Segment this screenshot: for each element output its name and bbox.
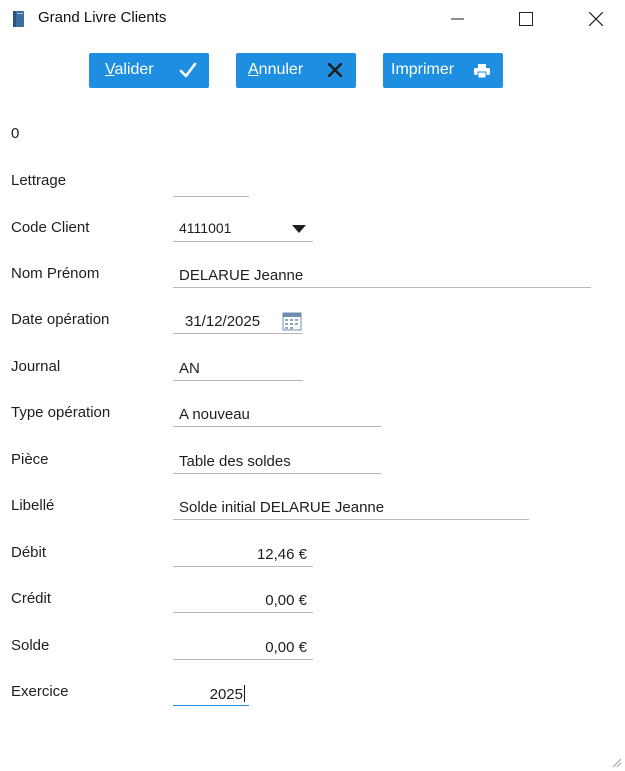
close-icon (589, 12, 603, 26)
debit-label: Débit (11, 544, 47, 561)
nom-prenom-label: Nom Prénom (11, 265, 100, 282)
date-operation-field[interactable]: 31/12/2025 (173, 309, 303, 334)
valider-label: Valider (105, 61, 154, 78)
close-button[interactable] (572, 0, 618, 38)
imprimer-button[interactable]: Imprimer (383, 53, 503, 88)
solde-label: Solde (11, 637, 50, 654)
title-bar: Grand Livre Clients (0, 0, 625, 38)
chevron-down-icon[interactable] (292, 225, 306, 233)
nom-prenom-field[interactable]: DELARUE Jeanne (173, 263, 591, 288)
annuler-label: Annuler (248, 61, 304, 78)
lettrage-field[interactable] (173, 172, 249, 197)
solde-field[interactable]: 0,00 € (173, 635, 313, 660)
minimize-button[interactable] (434, 0, 480, 38)
annuler-button[interactable]: Annuler (236, 53, 356, 88)
window-title: Grand Livre Clients (38, 9, 167, 26)
lettrage-label: Lettrage (11, 172, 67, 189)
resize-grip-icon[interactable] (610, 756, 622, 768)
check-icon (179, 62, 197, 78)
credit-label: Crédit (11, 590, 52, 607)
date-operation-label: Date opération (11, 311, 110, 328)
cross-icon (328, 63, 342, 77)
type-operation-label: Type opération (11, 404, 111, 421)
code-client-select[interactable]: 4111001 (173, 217, 313, 242)
journal-field[interactable]: AN (173, 356, 303, 381)
piece-field[interactable]: Table des soldes (173, 449, 381, 474)
type-operation-field[interactable]: A nouveau (173, 402, 381, 427)
journal-label: Journal (11, 358, 61, 375)
piece-label: Pièce (11, 451, 49, 468)
exercice-value: 2025 (209, 685, 245, 703)
maximize-icon (519, 12, 533, 26)
exercice-field[interactable]: 2025 (173, 681, 249, 706)
calendar-icon[interactable] (282, 311, 302, 331)
record-counter: 0 (11, 125, 20, 142)
imprimer-label: Imprimer (391, 61, 455, 78)
printer-icon (474, 64, 490, 78)
libelle-label: Libellé (11, 497, 55, 514)
credit-field[interactable]: 0,00 € (173, 588, 313, 613)
valider-button[interactable]: Valider (89, 53, 209, 88)
maximize-button[interactable] (502, 0, 548, 38)
book-icon (13, 11, 24, 27)
debit-field[interactable]: 12,46 € (173, 542, 313, 567)
code-client-label: Code Client (11, 219, 90, 236)
libelle-field[interactable]: Solde initial DELARUE Jeanne (173, 495, 529, 520)
text-cursor (244, 685, 245, 702)
code-client-value: 4111001 (179, 220, 232, 236)
exercice-label: Exercice (11, 683, 69, 700)
minimize-icon (451, 18, 464, 20)
